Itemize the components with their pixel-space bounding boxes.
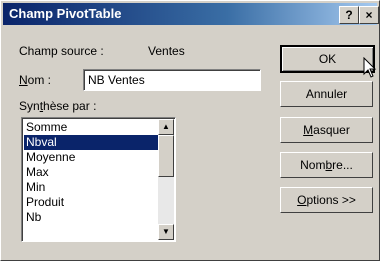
pivot-field-dialog: Champ PivotTable ? × Champ source : Vent… (0, 0, 380, 261)
title-bar: Champ PivotTable ? × (3, 3, 379, 25)
name-input[interactable]: NB Ventes (83, 69, 261, 91)
scroll-down-arrow-icon[interactable]: ▼ (158, 224, 174, 240)
list-item-max[interactable]: Max (24, 165, 159, 180)
hide-button[interactable]: Masquer (280, 117, 373, 143)
source-field-value: Ventes (148, 44, 185, 58)
name-input-value: NB Ventes (88, 73, 145, 87)
list-item-somme[interactable]: Somme (24, 120, 159, 135)
dialog-title: Champ PivotTable (9, 6, 122, 21)
cancel-button[interactable]: Annuler (280, 81, 373, 107)
summary-label: Synthèse par : (19, 99, 97, 113)
number-format-button[interactable]: Nombre... (280, 152, 373, 178)
summary-function-list[interactable]: Somme Nbval Moyenne Max Min Produit Nb ▲… (21, 117, 176, 242)
ok-button[interactable]: OK (280, 45, 375, 73)
list-item-produit[interactable]: Produit (24, 195, 159, 210)
scroll-up-arrow-icon[interactable]: ▲ (158, 119, 174, 135)
help-button[interactable]: ? (339, 6, 359, 24)
source-field-label: Champ source : (19, 44, 104, 58)
list-item-min[interactable]: Min (24, 180, 159, 195)
close-button[interactable]: × (359, 6, 379, 24)
scroll-thumb[interactable] (158, 135, 174, 177)
list-item-nb[interactable]: Nb (24, 210, 159, 225)
name-field-label: Nom : (19, 73, 52, 87)
mouse-cursor-icon (363, 57, 377, 78)
list-scrollbar[interactable]: ▲ ▼ (158, 119, 174, 240)
options-button[interactable]: Options >> (280, 187, 373, 213)
list-item-moyenne[interactable]: Moyenne (24, 150, 159, 165)
list-item-nbval[interactable]: Nbval (24, 135, 159, 150)
